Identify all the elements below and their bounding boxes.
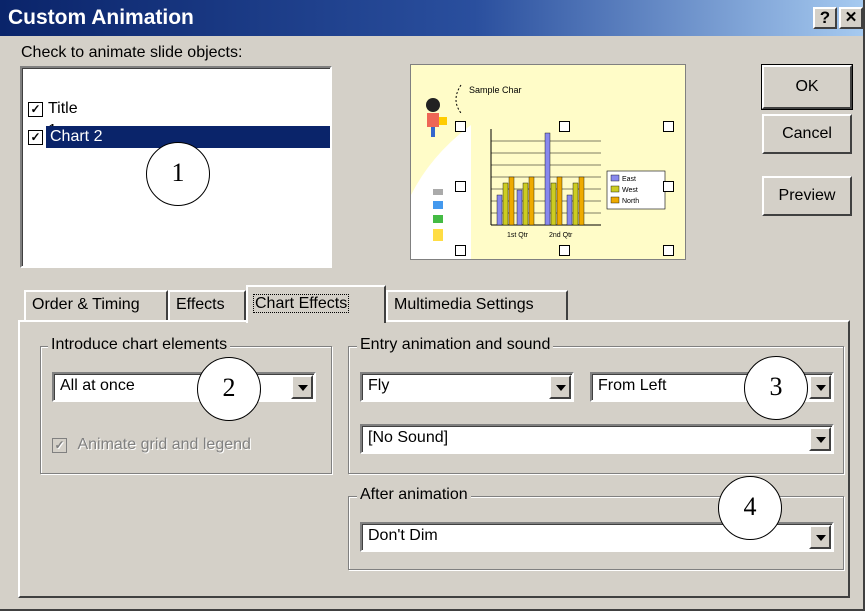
selection-handle [663, 121, 674, 132]
svg-text:Sample Char: Sample Char [469, 85, 522, 95]
title-bar: Custom Animation ? ✕ [0, 0, 863, 36]
callout-1: 1 [146, 142, 210, 206]
animate-grid-label: Animate grid and legend [77, 436, 251, 453]
chart-thumbnail: Sample Char 1st Qtr 2nd Qtr East West No… [411, 84, 666, 259]
checkbox-chart[interactable]: ✓ [28, 130, 43, 145]
chevron-down-icon[interactable] [549, 375, 571, 399]
introduce-group-label: Introduce chart elements [48, 336, 231, 354]
close-button[interactable]: ✕ [839, 7, 863, 29]
svg-text:North: North [622, 198, 639, 205]
selection-handle [663, 245, 674, 256]
svg-text:East: East [622, 176, 636, 183]
ok-button[interactable]: OK [761, 64, 853, 110]
svg-text:2nd Qtr: 2nd Qtr [549, 232, 573, 239]
entry-effect-dropdown[interactable]: Fly [360, 372, 574, 402]
tab-order-timing[interactable]: Order & Timing [24, 290, 168, 320]
help-button[interactable]: ? [813, 7, 837, 29]
selection-handle [455, 245, 466, 256]
after-group-label: After animation [357, 486, 471, 504]
chevron-down-icon[interactable] [809, 525, 831, 549]
tab-multimedia-settings[interactable]: Multimedia Settings [386, 290, 568, 320]
slide-preview: Sample Char 1st Qtr 2nd Qtr East West No… [410, 64, 686, 260]
custom-animation-dialog: Custom Animation ? ✕ Check to animate sl… [0, 0, 865, 611]
objects-list-label: Check to animate slide objects: [21, 44, 243, 61]
callout-3: 3 [744, 356, 808, 420]
chevron-down-icon[interactable] [291, 375, 313, 399]
mini-chart: 1st Qtr 2nd Qtr East West North [490, 129, 666, 239]
selection-handle [663, 181, 674, 192]
chevron-down-icon[interactable] [809, 375, 831, 399]
callout-4: 4 [718, 476, 782, 540]
introduce-dropdown[interactable]: All at once [52, 372, 316, 402]
tab-effects[interactable]: Effects [168, 290, 246, 320]
selection-handle [559, 121, 570, 132]
chevron-down-icon[interactable] [809, 427, 831, 451]
entry-sound-dropdown[interactable]: [No Sound] [360, 424, 834, 454]
selection-handle [455, 181, 466, 192]
svg-text:West: West [622, 187, 638, 194]
animate-grid-checkbox-row[interactable]: ✓ Animate grid and legend [52, 436, 251, 454]
person-icon [426, 98, 440, 112]
selection-handle [559, 245, 570, 256]
introduce-chart-elements-group [40, 346, 332, 474]
svg-text:1st Qtr: 1st Qtr [507, 232, 529, 239]
selection-handle [455, 121, 466, 132]
tab-chart-effects[interactable]: Chart Effects [246, 285, 386, 323]
callout-2: 2 [197, 357, 261, 421]
window-title: Custom Animation [8, 6, 194, 29]
cancel-button[interactable]: Cancel [762, 114, 852, 154]
checkbox-title[interactable]: ✓ [28, 102, 43, 117]
preview-button[interactable]: Preview [762, 176, 852, 216]
entry-group-label: Entry animation and sound [357, 336, 554, 354]
animate-grid-checkbox[interactable]: ✓ [52, 437, 67, 453]
